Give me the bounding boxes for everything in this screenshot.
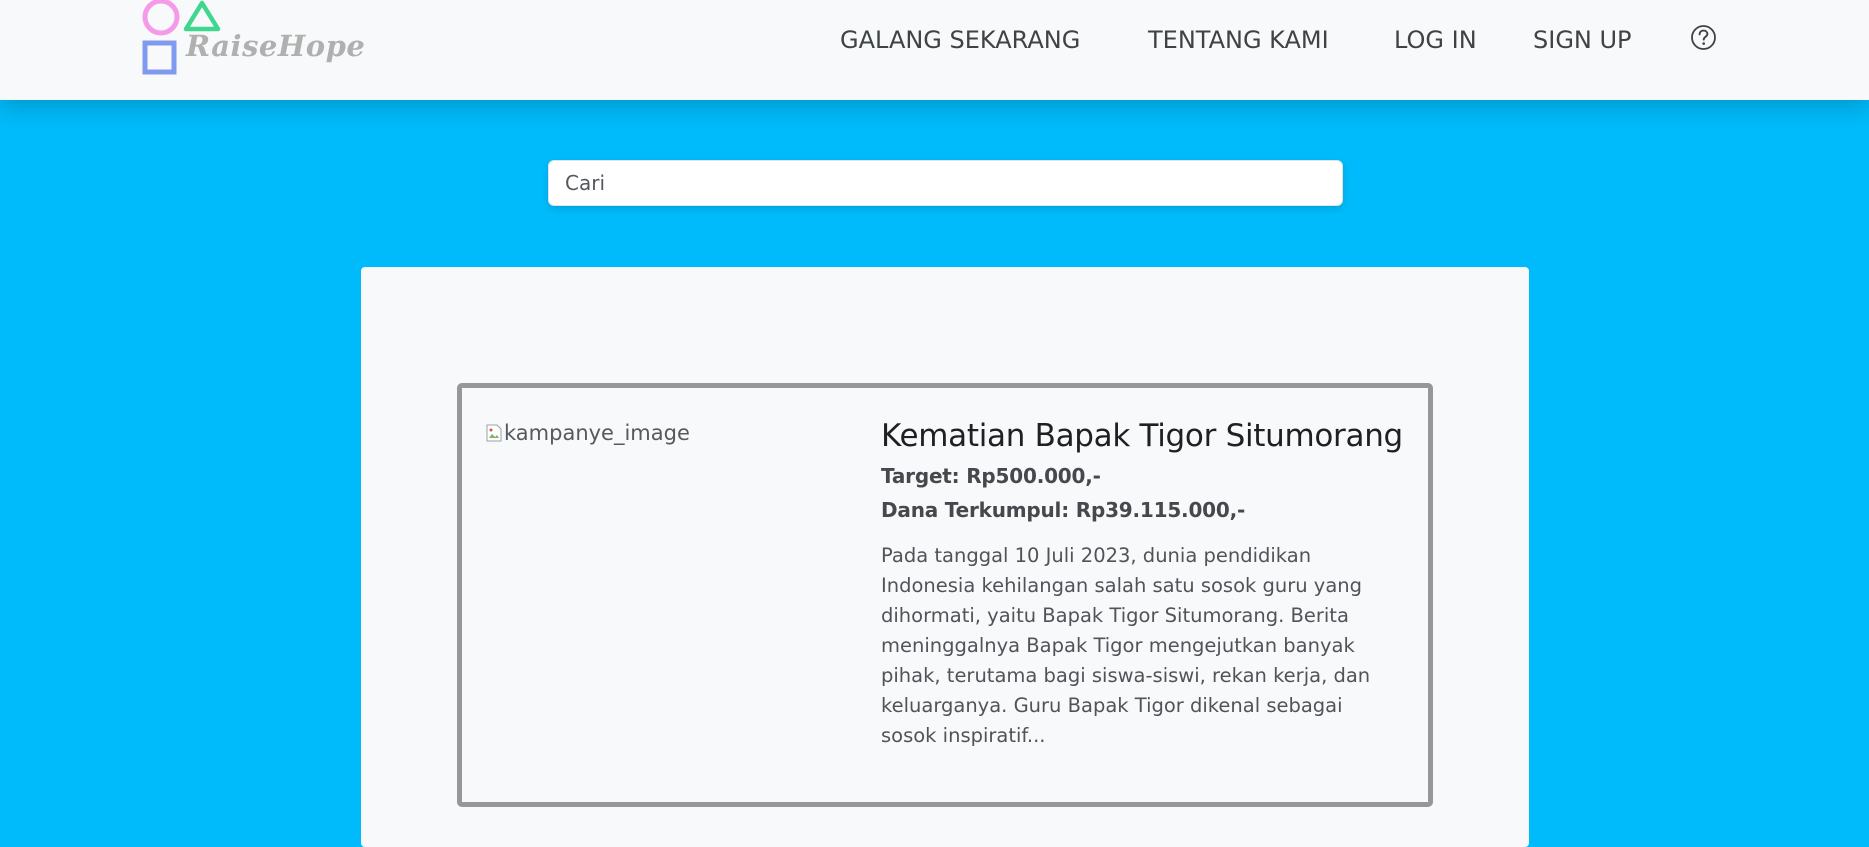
campaign-description: Pada tanggal 10 Juli 2023, dunia pendidi…: [881, 544, 1371, 747]
nav-tentang-kami[interactable]: TENTANG KAMI: [1148, 22, 1329, 58]
brand-name: RaiseHope: [186, 29, 366, 63]
search-input[interactable]: [548, 160, 1343, 206]
search-bar: [548, 160, 1343, 206]
nav-sign-up[interactable]: SIGN UP: [1533, 22, 1632, 58]
campaign-target: Target: Rp500.000,-: [881, 464, 1101, 488]
nav-log-in[interactable]: LOG IN: [1394, 22, 1477, 58]
question-circle-icon[interactable]: [1690, 24, 1717, 51]
broken-image-icon: [486, 424, 502, 442]
nav-galang-sekarang[interactable]: GALANG SEKARANG: [840, 22, 1080, 58]
navbar: RaiseHope GALANG SEKARANG TENTANG KAMI L…: [0, 0, 1869, 100]
campaign-image: kampanye_image: [486, 420, 690, 446]
campaign-body: Kematian Bapak Tigor Situmorang Target: …: [881, 415, 1421, 751]
campaign-collected: Dana Terkumpul: Rp39.115.000,-: [881, 498, 1246, 522]
campaign-image-alt: kampanye_image: [504, 421, 690, 445]
campaign-title[interactable]: Kematian Bapak Tigor Situmorang: [881, 415, 1421, 457]
